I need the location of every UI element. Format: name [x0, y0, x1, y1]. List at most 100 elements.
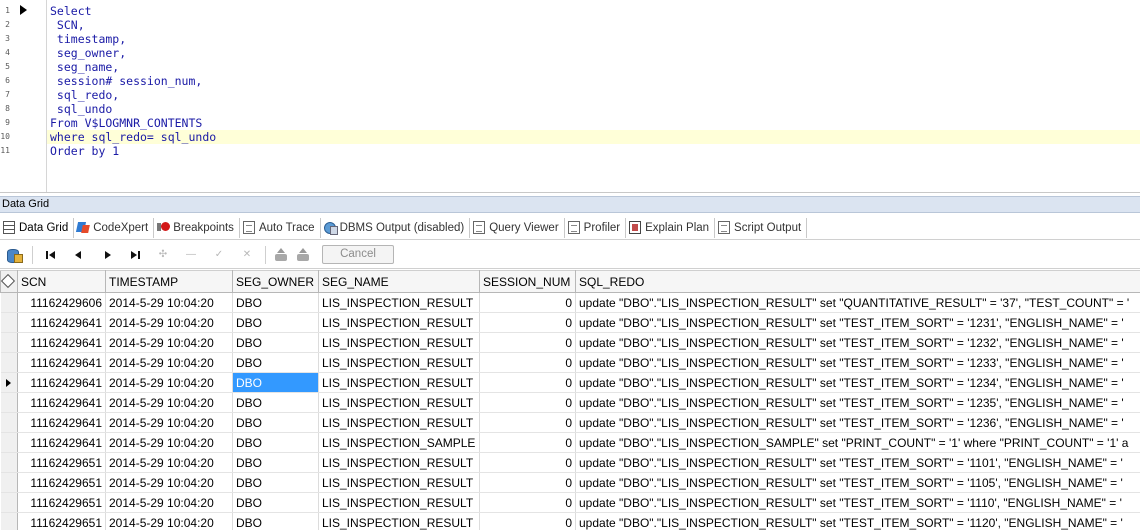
tab-dbms-output-disabled[interactable]: DBMS Output (disabled) [321, 217, 471, 238]
table-row[interactable]: 11162429651 2014-5-29 10:04:20 DBO LIS_INSP… [0, 492, 1140, 513]
cell-session-num[interactable]: 0 [479, 412, 576, 433]
cell-seg-owner[interactable]: DBO [232, 412, 319, 433]
cell-seg-owner[interactable]: DBO [232, 292, 319, 313]
cell-timestamp[interactable]: 2014-5-29 10:04:20 [105, 512, 233, 530]
code-area[interactable]: Select SCN, timestamp, seg_owner, seg_na… [47, 4, 1140, 158]
row-indicator[interactable] [0, 492, 18, 513]
column-header-seg-name[interactable]: SEG_NAME [318, 270, 480, 293]
cell-scn[interactable]: 11162429641 [17, 352, 106, 373]
cell-scn[interactable]: 11162429651 [17, 472, 106, 493]
row-indicator[interactable] [0, 332, 18, 353]
cell-seg-name[interactable]: LIS_INSPECTION_SAMPLE [318, 432, 480, 453]
cell-sql-redo[interactable]: update "DBO"."LIS_INSPECTION_RESULT" set… [575, 472, 1140, 493]
cell-seg-name[interactable]: LIS_INSPECTION_RESULT [318, 452, 480, 473]
cell-scn[interactable]: 11162429641 [17, 372, 106, 393]
result-grid[interactable]: SCN TIMESTAMP SEG_OWNER SEG_NAME SESSION_NUM… [0, 270, 1140, 530]
table-row[interactable]: 11162429606 2014-5-29 10:04:20 DBO LIS_INSP… [0, 292, 1140, 313]
cell-timestamp[interactable]: 2014-5-29 10:04:20 [105, 372, 233, 393]
next-record-button[interactable] [93, 244, 121, 266]
last-record-button[interactable] [121, 244, 149, 266]
cell-session-num[interactable]: 0 [479, 312, 576, 333]
cell-seg-owner[interactable]: DBO [232, 492, 319, 513]
cell-sql-redo[interactable]: update "DBO"."LIS_INSPECTION_RESULT" set… [575, 372, 1140, 393]
row-indicator[interactable] [0, 412, 18, 433]
tab-auto-trace[interactable]: Auto Trace [240, 217, 321, 238]
tab-explain-plan[interactable]: Explain Plan [626, 217, 716, 238]
cell-timestamp[interactable]: 2014-5-29 10:04:20 [105, 352, 233, 373]
select-all-corner[interactable] [0, 270, 18, 293]
delete-record-button[interactable]: ― [177, 244, 205, 266]
prior-record-button[interactable] [65, 244, 93, 266]
cell-seg-name[interactable]: LIS_INSPECTION_RESULT [318, 292, 480, 313]
cell-session-num[interactable]: 0 [479, 452, 576, 473]
post-edit-button[interactable]: ✓ [205, 244, 233, 266]
tab-query-viewer[interactable]: Query Viewer [470, 217, 565, 238]
table-row[interactable]: 11162429651 2014-5-29 10:04:20 DBO LIS_INSP… [0, 512, 1140, 530]
row-indicator[interactable] [0, 432, 18, 453]
cell-timestamp[interactable]: 2014-5-29 10:04:20 [105, 412, 233, 433]
cell-sql-redo[interactable]: update "DBO"."LIS_INSPECTION_RESULT" set… [575, 492, 1140, 513]
cell-session-num[interactable]: 0 [479, 512, 576, 530]
cell-scn[interactable]: 11162429606 [17, 292, 106, 313]
cell-timestamp[interactable]: 2014-5-29 10:04:20 [105, 292, 233, 313]
cell-scn[interactable]: 11162429651 [17, 512, 106, 530]
cell-seg-name[interactable]: LIS_INSPECTION_RESULT [318, 332, 480, 353]
first-record-button[interactable] [37, 244, 65, 266]
cell-seg-name[interactable]: LIS_INSPECTION_RESULT [318, 392, 480, 413]
cell-seg-name[interactable]: LIS_INSPECTION_RESULT [318, 372, 480, 393]
column-header-timestamp[interactable]: TIMESTAMP [105, 270, 233, 293]
tab-codexpert[interactable]: CodeXpert [74, 217, 155, 238]
cell-session-num[interactable]: 0 [479, 492, 576, 513]
cancel-edit-button[interactable]: ✕ [233, 244, 261, 266]
cell-seg-owner[interactable]: DBO [232, 512, 319, 530]
cell-timestamp[interactable]: 2014-5-29 10:04:20 [105, 492, 233, 513]
cell-sql-redo[interactable]: update "DBO"."LIS_INSPECTION_RESULT" set… [575, 292, 1140, 313]
cell-timestamp[interactable]: 2014-5-29 10:04:20 [105, 472, 233, 493]
row-indicator[interactable] [0, 372, 18, 393]
sql-editor[interactable]: 1 2 3 4 5 6 7 8 9 10 11 Select SCN, timestamp, seg… [0, 0, 1140, 193]
row-indicator[interactable] [0, 392, 18, 413]
cell-sql-redo[interactable]: update "DBO"."LIS_INSPECTION_RESULT" set… [575, 312, 1140, 333]
commit-button[interactable] [270, 244, 292, 266]
cell-seg-owner[interactable]: DBO [232, 332, 319, 353]
cell-seg-name[interactable]: LIS_INSPECTION_RESULT [318, 312, 480, 333]
row-indicator[interactable] [0, 292, 18, 313]
tab-script-output[interactable]: Script Output [715, 217, 808, 238]
table-row[interactable]: 11162429651 2014-5-29 10:04:20 DBO LIS_INSP… [0, 472, 1140, 493]
column-header-seg-owner[interactable]: SEG_OWNER [232, 270, 319, 293]
row-indicator[interactable] [0, 312, 18, 333]
cell-timestamp[interactable]: 2014-5-29 10:04:20 [105, 452, 233, 473]
cell-seg-name[interactable]: LIS_INSPECTION_RESULT [318, 492, 480, 513]
tab-breakpoints[interactable]: Breakpoints [154, 217, 240, 238]
cell-sql-redo[interactable]: update "DBO"."LIS_INSPECTION_SAMPLE" set… [575, 432, 1140, 453]
cell-seg-name[interactable]: LIS_INSPECTION_RESULT [318, 472, 480, 493]
column-header-scn[interactable]: SCN [17, 270, 106, 293]
cell-seg-owner[interactable]: DBO [232, 432, 319, 453]
insert-record-button[interactable]: ✣ [149, 244, 177, 266]
cell-sql-redo[interactable]: update "DBO"."LIS_INSPECTION_RESULT" set… [575, 332, 1140, 353]
cell-session-num[interactable]: 0 [479, 332, 576, 353]
row-indicator[interactable] [0, 352, 18, 373]
cell-session-num[interactable]: 0 [479, 292, 576, 313]
table-row[interactable]: 11162429651 2014-5-29 10:04:20 DBO LIS_INSP… [0, 452, 1140, 473]
table-row[interactable]: 11162429641 2014-5-29 10:04:20 DBO LIS_INSP… [0, 352, 1140, 373]
table-row[interactable]: 11162429641 2014-5-29 10:04:20 DBO LIS_INSP… [0, 312, 1140, 333]
cell-scn[interactable]: 11162429641 [17, 332, 106, 353]
cell-sql-redo[interactable]: update "DBO"."LIS_INSPECTION_RESULT" set… [575, 412, 1140, 433]
cell-seg-owner[interactable]: DBO [232, 312, 319, 333]
cell-scn[interactable]: 11162429641 [17, 412, 106, 433]
cell-seg-owner[interactable]: DBO [232, 372, 319, 393]
column-header-session-num[interactable]: SESSION_NUM [479, 270, 576, 293]
tab-data-grid[interactable]: Data Grid [0, 217, 75, 238]
table-row[interactable]: 11162429641 2014-5-29 10:04:20 DBO LIS_INSP… [0, 332, 1140, 353]
cell-seg-owner[interactable]: DBO [232, 452, 319, 473]
cell-scn[interactable]: 11162429641 [17, 312, 106, 333]
cell-sql-redo[interactable]: update "DBO"."LIS_INSPECTION_RESULT" set… [575, 452, 1140, 473]
row-indicator[interactable] [0, 452, 18, 473]
cell-sql-redo[interactable]: update "DBO"."LIS_INSPECTION_RESULT" set… [575, 392, 1140, 413]
cell-seg-name[interactable]: LIS_INSPECTION_RESULT [318, 512, 480, 530]
table-row[interactable]: 11162429641 2014-5-29 10:04:20 DBO LIS_INSP… [0, 432, 1140, 453]
cell-sql-redo[interactable]: update "DBO"."LIS_INSPECTION_RESULT" set… [575, 512, 1140, 530]
cell-scn[interactable]: 11162429641 [17, 432, 106, 453]
cell-timestamp[interactable]: 2014-5-29 10:04:20 [105, 312, 233, 333]
